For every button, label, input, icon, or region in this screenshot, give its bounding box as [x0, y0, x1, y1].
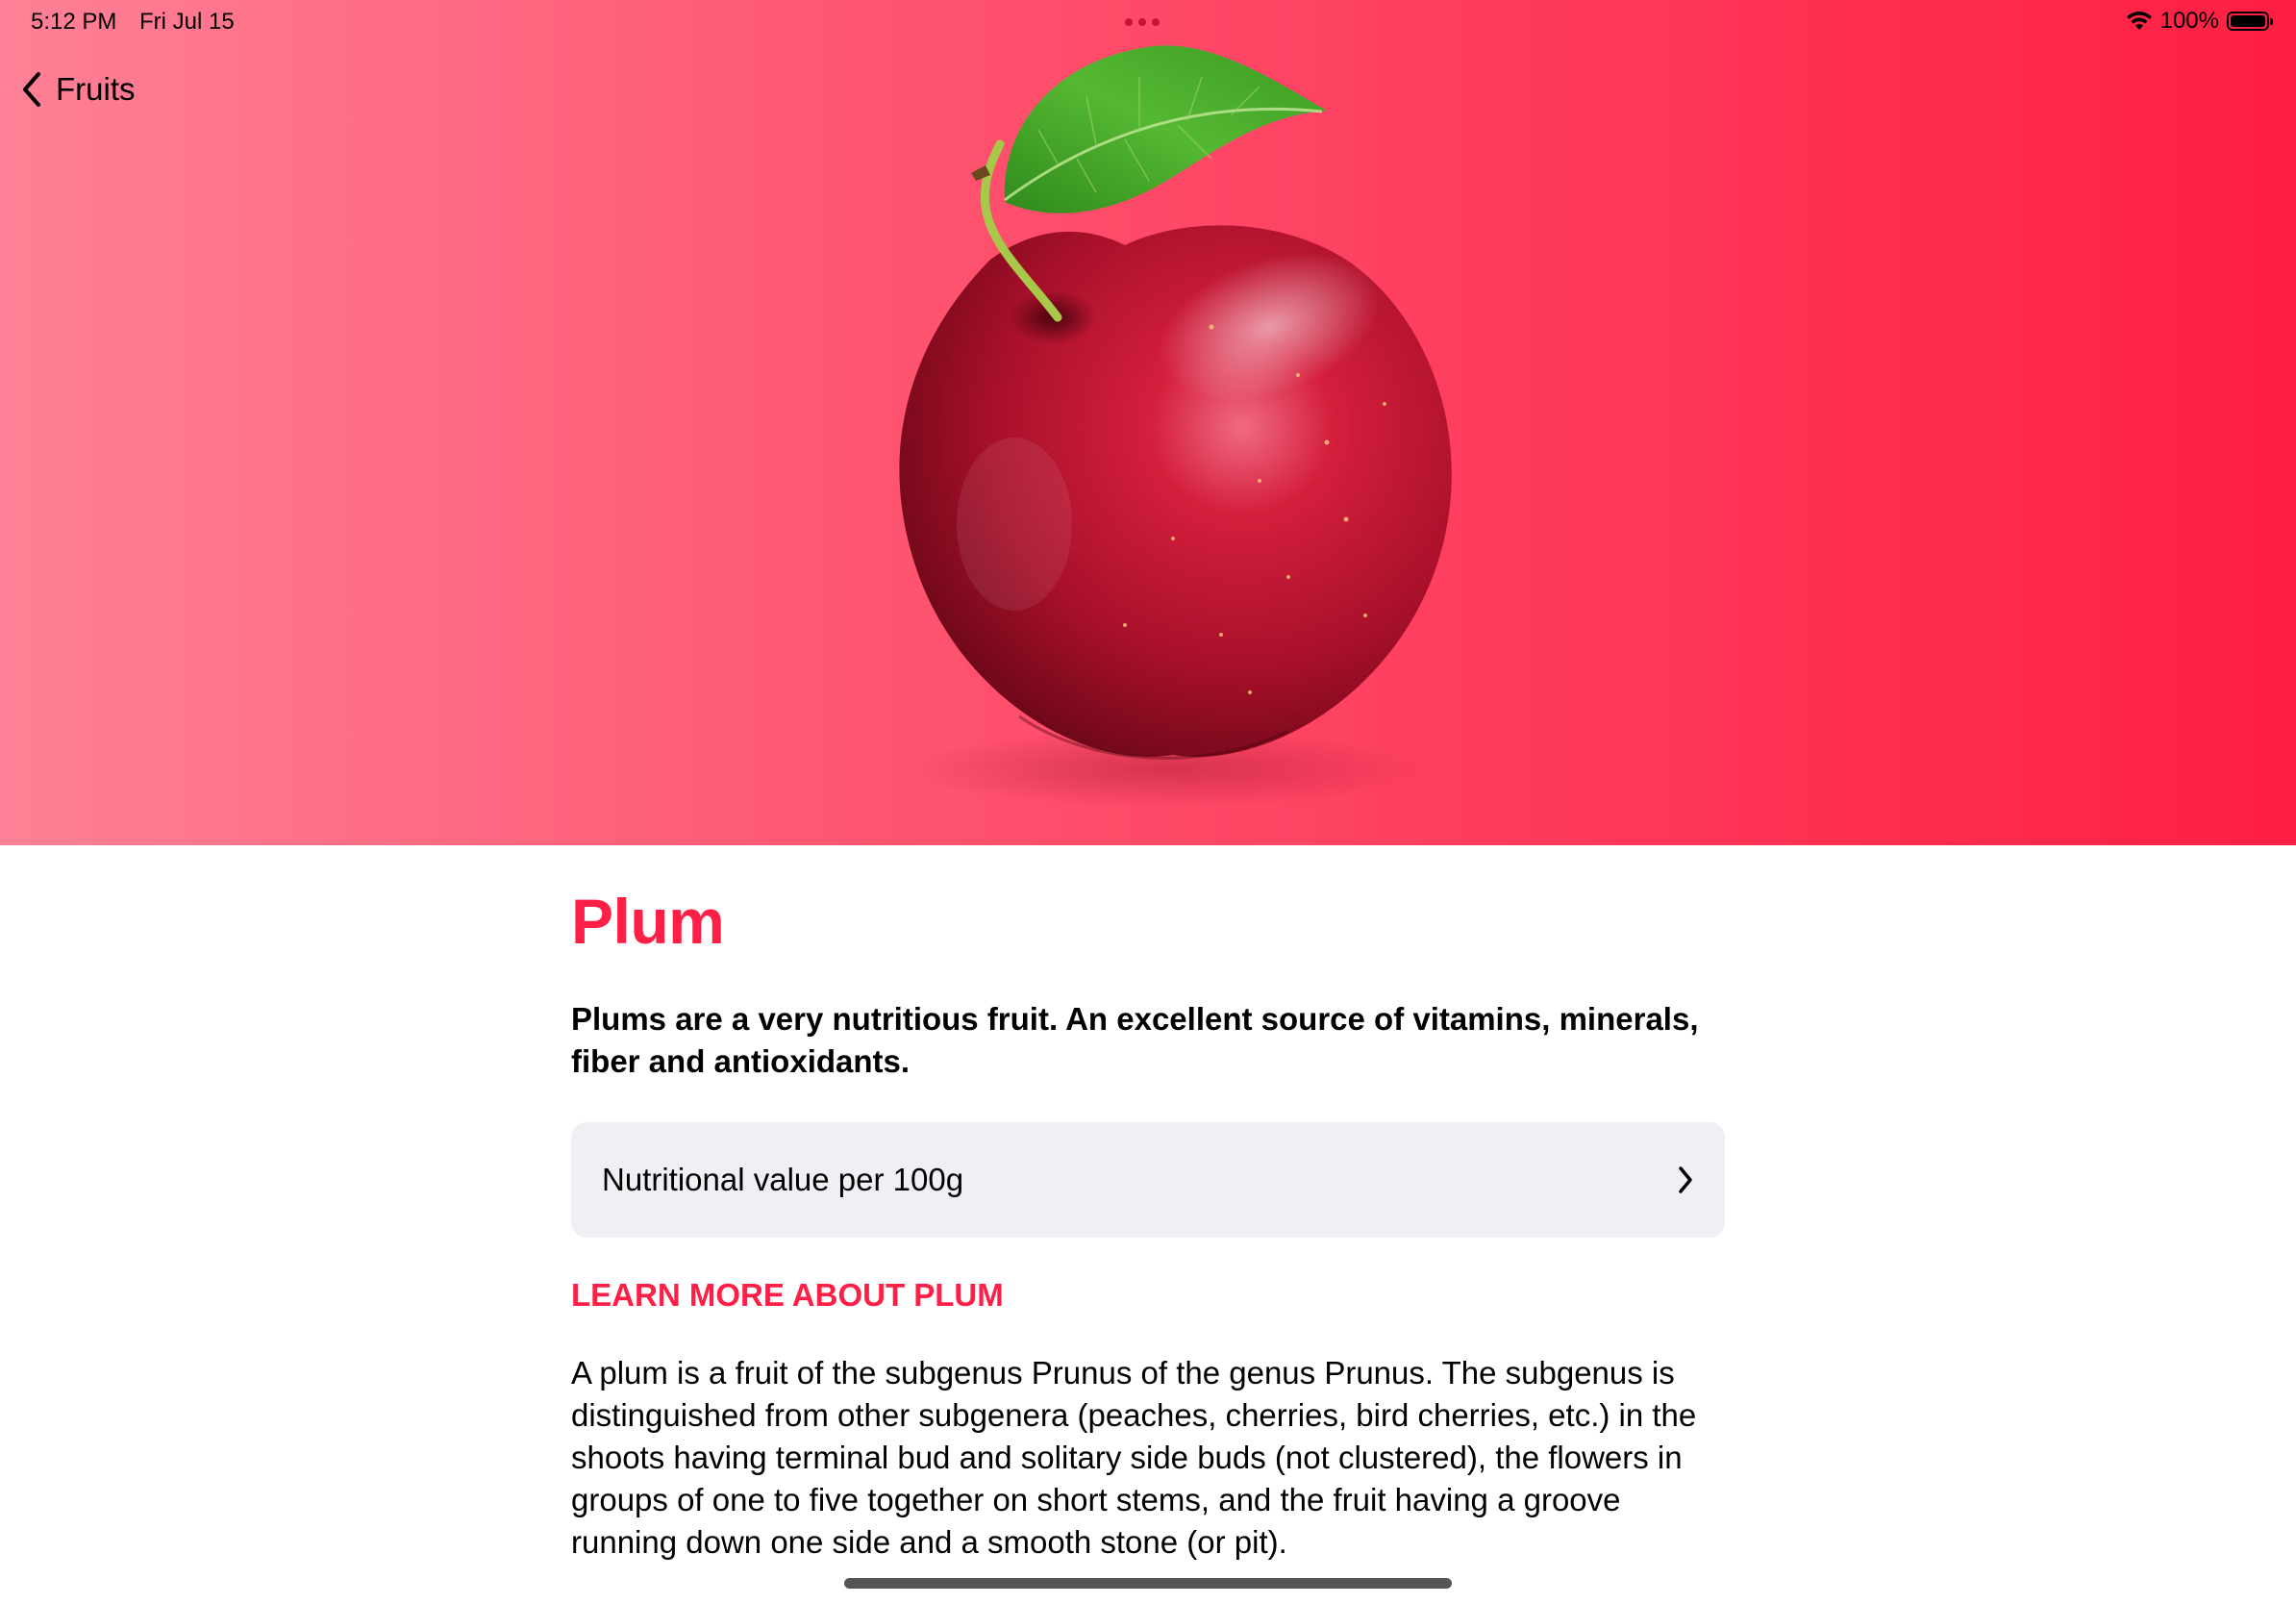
battery-icon	[2227, 12, 2273, 31]
wifi-icon	[2126, 12, 2152, 30]
chevron-right-icon	[1679, 1166, 1692, 1193]
fruit-description: A plum is a fruit of the subgenus Prunus…	[571, 1355, 1697, 1560]
nutrition-disclosure-row[interactable]: Nutritional value per 100g	[571, 1122, 1725, 1238]
hero-header: 5:12 PM Fri Jul 15 100% Fruits	[0, 0, 2296, 845]
fruit-summary: Plums are a very nutritious fruit. An ex…	[571, 1001, 1699, 1079]
status-indicators: 100%	[2126, 8, 2273, 35]
home-indicator[interactable]	[844, 1578, 1452, 1589]
back-button[interactable]: Fruits	[21, 71, 136, 108]
page-title: Plum	[571, 886, 725, 957]
status-time: 5:12 PM	[31, 9, 117, 35]
chevron-left-icon	[23, 72, 40, 107]
multitasking-dots-icon[interactable]	[1125, 18, 1160, 26]
status-date: Fri Jul 15	[139, 9, 235, 35]
back-button-label: Fruits	[56, 71, 136, 107]
battery-percent: 100%	[2159, 8, 2219, 34]
nutrition-row-label: Nutritional value per 100g	[602, 1162, 964, 1197]
plum-image	[899, 45, 1452, 808]
learn-more-heading: LEARN MORE ABOUT PLUM	[571, 1277, 1004, 1313]
